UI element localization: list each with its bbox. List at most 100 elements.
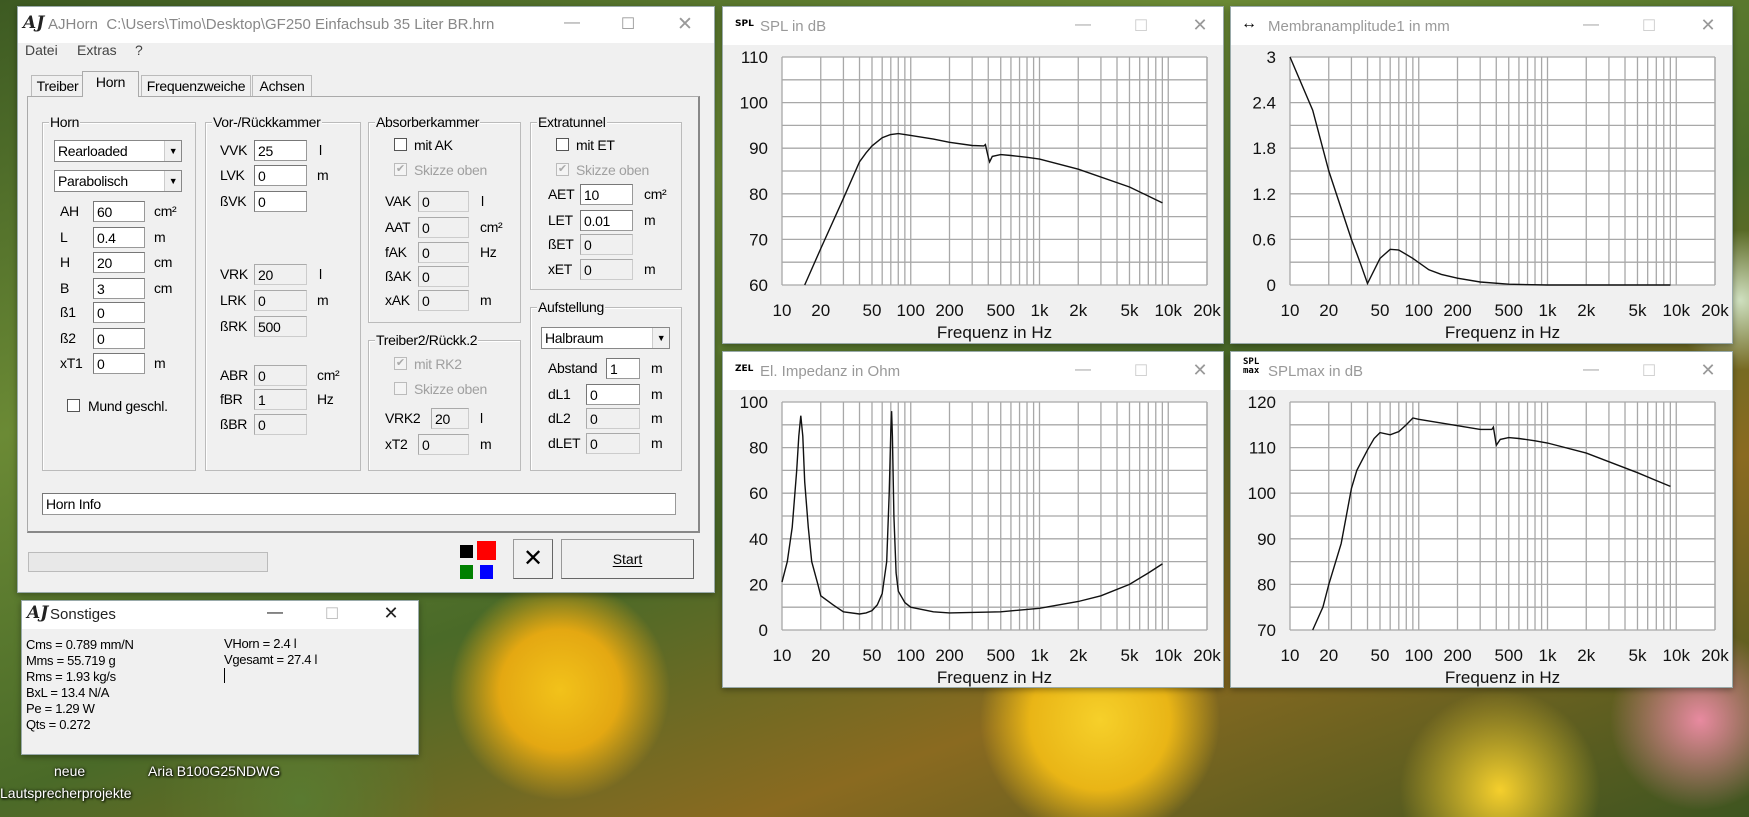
y-tick-label: 100	[740, 393, 768, 412]
x-tick-label: 50	[863, 301, 882, 320]
param-vhorn: VHorn = 2.4 l	[224, 636, 297, 651]
group-title: Vor-/Rückkammer	[212, 114, 322, 130]
x-tick-label: 5k	[1121, 646, 1139, 665]
aet-input[interactable]	[580, 184, 633, 205]
close-icon[interactable]: ✕	[376, 603, 406, 624]
y-tick-label: 90	[1257, 530, 1276, 549]
let-input[interactable]	[580, 210, 633, 231]
desktop-icon-label[interactable]: Lautsprecherprojekte	[0, 785, 132, 801]
x-tick-label: 200	[935, 301, 963, 320]
group-title: Absorberkammer	[375, 114, 481, 130]
field-label: xAK	[385, 292, 410, 308]
param-cms: Cms = 0.789 mm/N	[26, 637, 134, 652]
dl2-input[interactable]	[586, 408, 640, 429]
y-tick-label: 120	[1248, 393, 1276, 412]
maximize-icon[interactable]: ☐	[317, 604, 347, 624]
chart-plot: 70 80 90 100 110 120 10 20 50 100 200 500 1k 2k 5k 10k 2…	[1248, 393, 1730, 687]
desktop-icon-label[interactable]: Aria B100G25NDWG	[148, 763, 280, 779]
y-tick-label: 3	[1267, 48, 1276, 67]
abstand-input[interactable]	[606, 358, 640, 379]
x-tick-label: 2k	[1069, 646, 1087, 665]
title-bar[interactable]: AJ Sonstiges — ☐ ✕	[22, 601, 418, 629]
color-swatch-blue[interactable]	[480, 565, 493, 579]
tab-achsen[interactable]: Achsen	[252, 75, 312, 96]
tab-treiber[interactable]: Treiber	[31, 75, 84, 96]
color-selector[interactable]	[458, 541, 498, 581]
field-unit: m	[651, 360, 663, 376]
field-abstand: Abstand m	[17, 358, 715, 379]
x-tick-label: 500	[1495, 301, 1523, 320]
driver-params: Cms = 0.789 mm/N Mms = 55.719 g Rms = 1.…	[26, 637, 134, 733]
x-tick-label: 50	[1371, 301, 1390, 320]
desktop-icon-label[interactable]: neue	[54, 763, 85, 779]
color-swatch-green[interactable]	[460, 565, 473, 579]
field-unit: m	[651, 435, 663, 451]
x-tick-label: 100	[897, 301, 925, 320]
y-tick-label: 0	[1267, 276, 1276, 295]
minimize-icon[interactable]: —	[557, 14, 587, 32]
mit-et-checkbox[interactable]	[556, 138, 569, 151]
y-tick-label: 90	[749, 139, 768, 158]
y-tick-label: 1.2	[1252, 185, 1276, 204]
bet-input[interactable]	[580, 234, 633, 255]
field-unit: m	[480, 292, 492, 308]
y-tick-label: 110	[741, 48, 768, 67]
field-dlet: dLET m	[17, 433, 715, 454]
close-icon[interactable]: ✕	[670, 13, 700, 36]
impedance-chart-window: ZEL El. Impedanz in Ohm — ☐ ✕ 0 20 40 60 80 100 10 2…	[722, 351, 1224, 688]
cancel-button[interactable]: ✕	[513, 539, 553, 579]
xak-input[interactable]	[418, 290, 469, 311]
field-label: LET	[548, 212, 573, 228]
x-tick-label: 5k	[1629, 646, 1647, 665]
color-swatch-red[interactable]	[477, 541, 496, 560]
y-tick-label: 20	[749, 575, 768, 594]
checkbox-label: mit ET	[576, 137, 615, 153]
menu-help[interactable]: ?	[135, 42, 143, 58]
dlet-input[interactable]	[586, 433, 640, 454]
y-tick-label: 60	[749, 276, 768, 295]
xet-input[interactable]	[580, 259, 633, 280]
horn-info-field[interactable]	[42, 493, 676, 515]
y-tick-label: 80	[749, 439, 768, 458]
field-dl2: dL2 m	[17, 408, 715, 429]
select-value: Halbraum	[545, 330, 604, 346]
cancel-icon: ✕	[522, 545, 544, 572]
dl1-input[interactable]	[586, 384, 640, 405]
x-tick-label: 20	[1319, 646, 1338, 665]
field-label: xET	[548, 261, 572, 277]
maximize-icon[interactable]: ☐	[613, 14, 643, 34]
param-mms: Mms = 55.719 g	[26, 653, 116, 668]
x-tick-label: 20k	[1701, 646, 1729, 665]
x-tick-label: 200	[1443, 646, 1471, 665]
brk-input[interactable]	[254, 316, 307, 337]
chevron-down-icon: ▼	[652, 328, 669, 348]
x-tick-label: 1k	[1539, 646, 1557, 665]
tab-frequenzweiche[interactable]: Frequenzweiche	[141, 75, 251, 96]
x-tick-label: 5k	[1121, 301, 1139, 320]
membranamplitude-chart-window: ↔ Membranamplitude1 in mm — ☐ ✕ 0 0.6 1.2 1.8 2.4…	[1230, 6, 1733, 344]
minimize-icon[interactable]: —	[260, 604, 290, 622]
x-tick-label: 1k	[1031, 646, 1049, 665]
checkbox-label: Skizze oben	[576, 162, 649, 178]
x-tick-label: 20	[811, 646, 830, 665]
mit-et-checkbox-row: mit ET	[17, 135, 715, 156]
x-axis-label: Frequenz in Hz	[1445, 668, 1560, 687]
title-bar[interactable]: AJ AJHorn C:\Users\Timo\Desktop\GF250 Ei…	[18, 7, 714, 43]
y-tick-label: 100	[1248, 484, 1276, 503]
x-tick-label: 10k	[1663, 646, 1691, 665]
start-button[interactable]: Start	[561, 539, 694, 579]
y-tick-label: 70	[1257, 621, 1276, 640]
field-aet: AET cm²	[17, 184, 715, 205]
menu-datei[interactable]: Datei	[25, 42, 58, 58]
x-tick-label: 10k	[1663, 301, 1691, 320]
tab-horn[interactable]: Horn	[82, 71, 139, 97]
color-swatch-black[interactable]	[460, 545, 473, 558]
skizze-oben-et-checkbox[interactable]: ✔	[556, 163, 569, 176]
field-label: dL1	[548, 386, 571, 402]
x-axis-label: Frequenz in Hz	[937, 668, 1052, 687]
text-cursor	[224, 668, 225, 683]
menu-extras[interactable]: Extras	[77, 42, 117, 58]
skizze-oben-et-checkbox-row: ✔ Skizze oben	[17, 160, 715, 181]
x-tick-label: 1k	[1031, 301, 1049, 320]
aufstellung-select[interactable]: Halbraum ▼	[541, 327, 670, 349]
